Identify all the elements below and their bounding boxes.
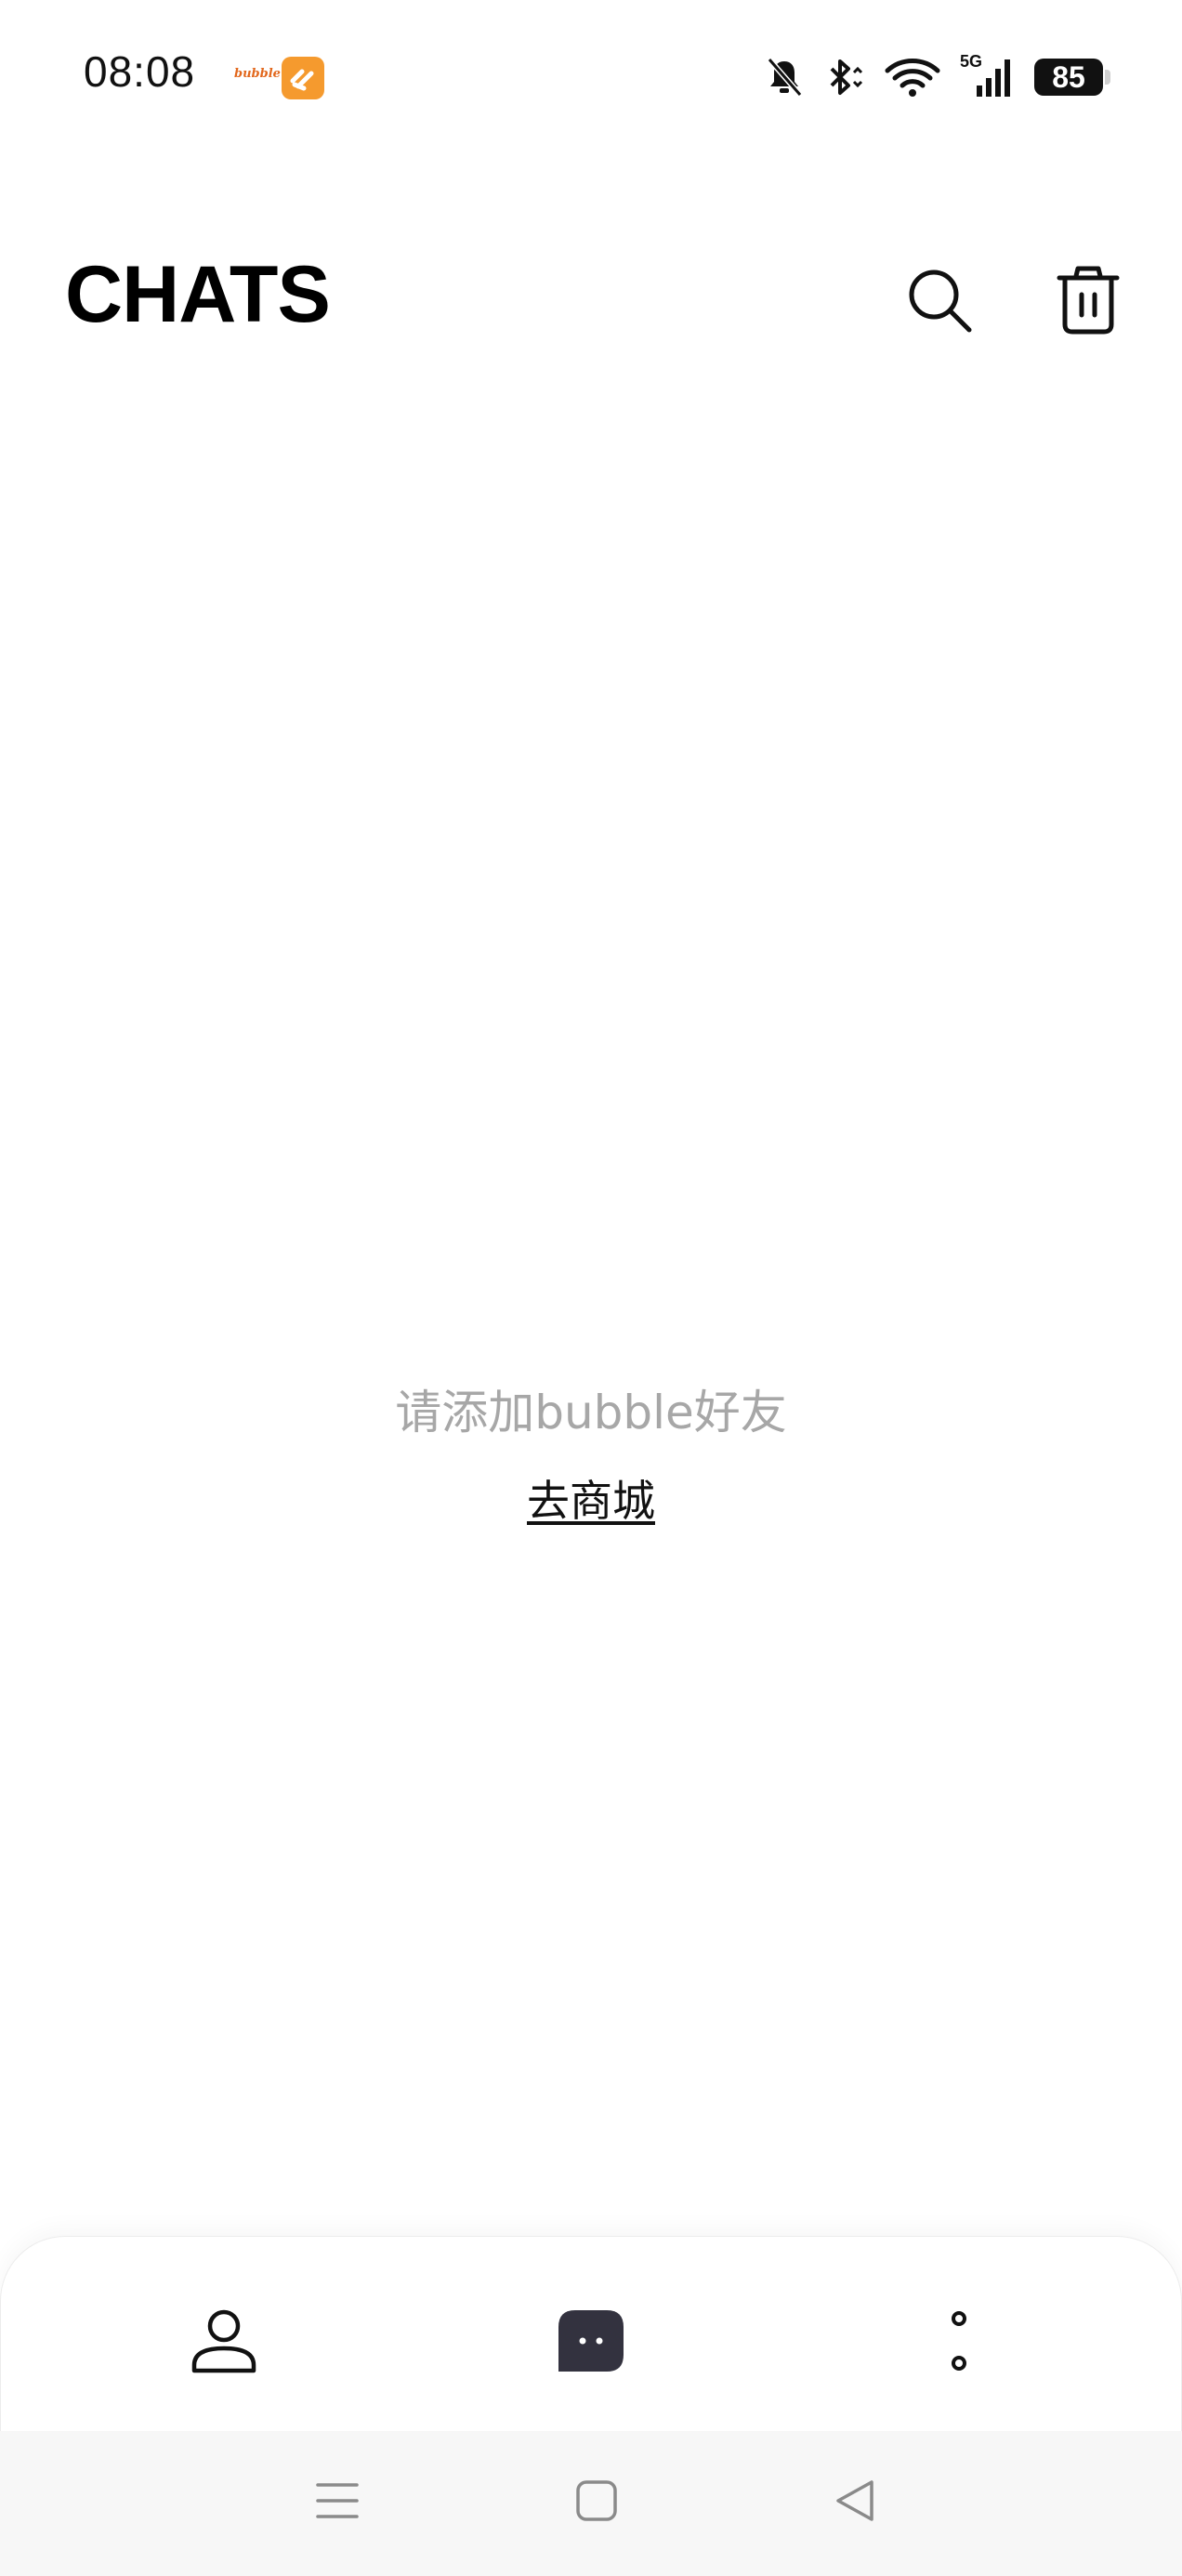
cellular-signal-icon: 5G — [960, 52, 1016, 100]
wifi-icon — [884, 56, 941, 99]
go-to-shop-link[interactable]: 去商城 — [527, 1470, 655, 1531]
bluetooth-icon — [822, 56, 865, 99]
chat-bubble-icon — [558, 2310, 624, 2372]
search-button[interactable] — [900, 260, 979, 340]
person-icon — [191, 2309, 256, 2373]
app-notification-badge-icon — [282, 57, 324, 99]
system-navigation-bar — [0, 2431, 1182, 2576]
home-square-icon — [576, 2480, 617, 2521]
search-icon — [909, 269, 972, 333]
bubble-app-notification-icon: bubble — [234, 67, 281, 81]
battery-indicator: 85 — [1034, 59, 1110, 96]
recent-apps-button[interactable] — [296, 2459, 379, 2543]
battery-tip — [1105, 70, 1110, 85]
tab-more[interactable] — [913, 2294, 1005, 2387]
tab-chats[interactable] — [545, 2294, 637, 2387]
empty-state: 请添加bubble好友 去商城 — [0, 1375, 1182, 1531]
mute-icon — [765, 56, 804, 99]
more-dots-icon — [952, 2311, 966, 2371]
bottom-tab-bar — [0, 2236, 1182, 2432]
tab-profile[interactable] — [177, 2294, 270, 2387]
status-time: 08:08 — [84, 47, 196, 96]
header: CHATS — [0, 232, 1182, 353]
menu-lines-icon — [316, 2483, 359, 2518]
battery-level: 85 — [1052, 59, 1085, 94]
status-bar: 08:08 bubble 5G 85 — [0, 0, 1182, 158]
empty-hint-text: 请添加bubble好友 — [395, 1386, 787, 1439]
page-title: CHATS — [65, 250, 331, 339]
home-button[interactable] — [555, 2459, 638, 2543]
back-button[interactable] — [813, 2459, 897, 2543]
status-indicators: 5G 85 — [765, 51, 1110, 103]
delete-button[interactable] — [1048, 260, 1128, 340]
back-triangle-icon — [836, 2480, 873, 2521]
trash-icon — [1057, 266, 1120, 335]
